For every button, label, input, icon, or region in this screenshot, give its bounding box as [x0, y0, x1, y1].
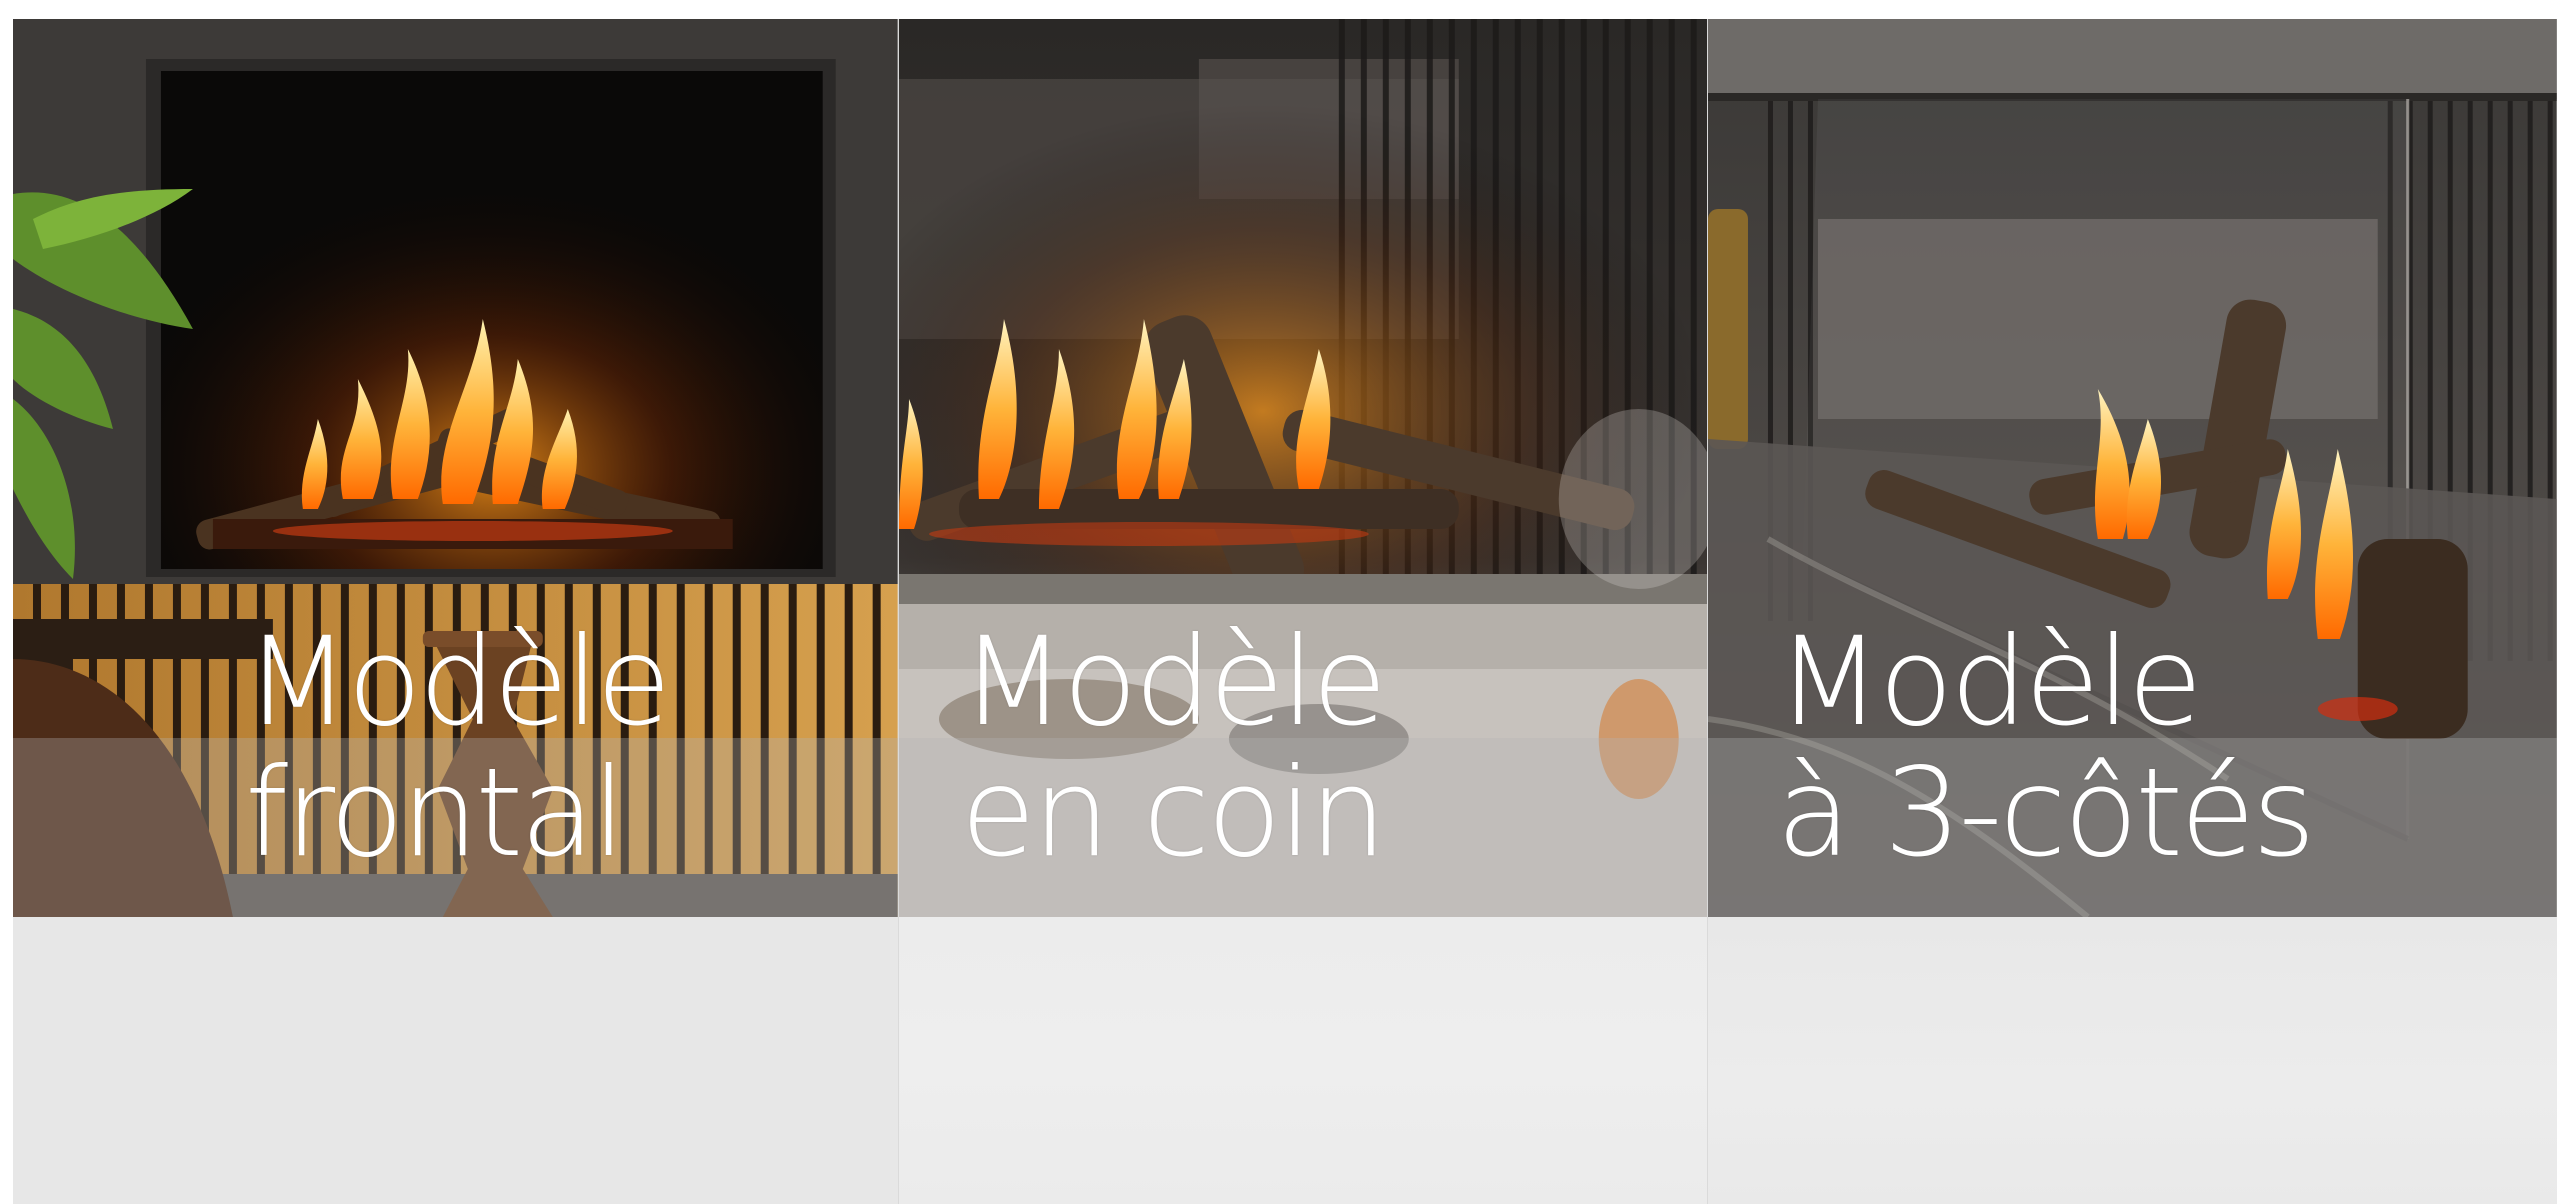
title-line-2: à 3-côtés	[1776, 742, 2315, 884]
model-title-three-sided: Modèle à 3-côtés	[1776, 611, 2315, 884]
title-line-2: en coin	[960, 742, 1387, 884]
title-line-1: Modèle	[960, 611, 1387, 753]
model-card-frontal[interactable]: Modèle frontal	[13, 19, 898, 1204]
model-title-corner: Modèle en coin	[960, 611, 1387, 884]
title-line-2: frontal	[245, 742, 626, 884]
card-lower-panel	[13, 917, 898, 1204]
model-title-frontal: Modèle frontal	[245, 611, 671, 884]
model-card-three-sided[interactable]: Modèle à 3-côtés	[1707, 19, 2557, 1204]
card-lower-panel	[898, 917, 1708, 1204]
card-lower-panel	[1708, 917, 2557, 1204]
model-card-corner[interactable]: Modèle en coin	[897, 19, 1708, 1204]
title-line-1: Modèle	[1776, 611, 2202, 753]
fireplace-model-gallery: Modèle frontal Modèle en coin Modèle à 3…	[13, 19, 2557, 1204]
title-line-1: Modèle	[245, 611, 671, 753]
